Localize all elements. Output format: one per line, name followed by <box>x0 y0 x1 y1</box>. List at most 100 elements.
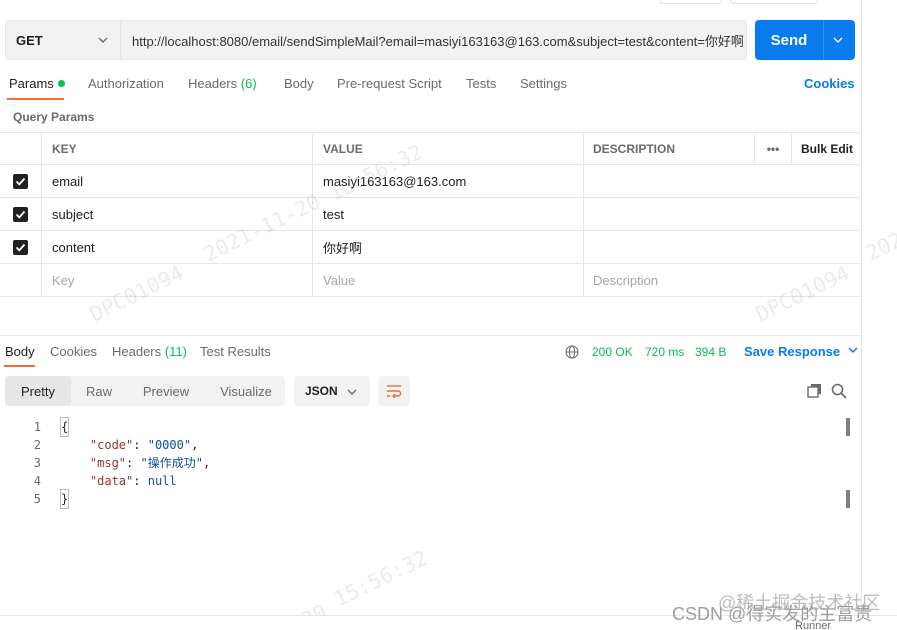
send-label: Send <box>770 31 808 49</box>
top-toolbar-control[interactable] <box>660 0 722 4</box>
tab-label: Params <box>9 76 54 91</box>
row-check-cell <box>0 231 41 263</box>
param-key-cell[interactable]: subject <box>41 198 312 230</box>
response-tab-headers[interactable]: Headers (11) <box>112 344 187 359</box>
save-response-label: Save Response <box>744 344 841 359</box>
json-key: "code" <box>89 438 134 452</box>
chevron-down-icon <box>347 389 357 395</box>
param-key-cell[interactable]: email <box>41 165 312 197</box>
runner-button[interactable]: Runner <box>795 620 831 630</box>
response-time[interactable]: 720 ms <box>645 345 684 359</box>
response-divider[interactable] <box>0 335 862 336</box>
globe-icon[interactable] <box>565 345 579 359</box>
copy-icon[interactable] <box>807 383 822 398</box>
table-row: email masiyi163163@163.com <box>0 165 862 198</box>
json-sep: : <box>133 438 148 452</box>
check-icon <box>15 243 26 252</box>
method-select[interactable]: GET <box>5 20 121 60</box>
url-input[interactable]: http://localhost:8080/email/sendSimpleMa… <box>121 20 747 60</box>
chevron-down-icon <box>98 37 108 43</box>
tab-params[interactable]: Params <box>9 76 65 91</box>
top-toolbar-control[interactable] <box>730 0 818 4</box>
param-value-cell[interactable]: 你好啊 <box>312 231 583 263</box>
table-header-row: KEY VALUE DESCRIPTION ••• Bulk Edit <box>0 132 862 165</box>
param-description-cell[interactable] <box>583 165 754 197</box>
tab-body[interactable]: Body <box>284 76 314 91</box>
json-comma: , <box>202 456 211 470</box>
tab-settings[interactable]: Settings <box>520 76 567 91</box>
param-value-cell[interactable]: test <box>312 198 583 230</box>
csdn-watermark: CSDN @得实发的主富贵 <box>672 604 873 624</box>
row-checkbox[interactable] <box>13 173 28 189</box>
tab-label: Settings <box>520 76 567 91</box>
line-number: 1 <box>33 420 41 434</box>
watermark-time: 15:56:32 <box>330 545 432 612</box>
chevron-down-icon[interactable] <box>833 35 843 45</box>
json-key: "msg" <box>89 456 127 470</box>
response-tab-cookies[interactable]: Cookies <box>50 344 97 359</box>
view-preview[interactable]: Preview <box>127 376 205 406</box>
code-text: { <box>59 417 70 437</box>
row-check-cell <box>0 198 41 230</box>
bulk-edit-button[interactable]: Bulk Edit <box>791 133 862 165</box>
row-checkbox[interactable] <box>13 239 28 255</box>
response-tab-body[interactable]: Body <box>5 344 35 359</box>
format-select[interactable]: JSON <box>294 376 370 406</box>
row-checkbox[interactable] <box>13 206 28 222</box>
wrap-lines-icon <box>387 385 402 398</box>
tab-tests[interactable]: Tests <box>466 76 496 91</box>
param-key-cell[interactable]: content <box>41 231 312 263</box>
param-value-cell[interactable]: masiyi163163@163.com <box>312 165 583 197</box>
tab-authorization[interactable]: Authorization <box>88 76 164 91</box>
table-row: content 你好啊 <box>0 231 862 264</box>
scrollbar-marker[interactable] <box>846 490 850 508</box>
view-pretty[interactable]: Pretty <box>5 376 71 406</box>
code-text: "code": "0000", <box>61 436 198 454</box>
search-icon[interactable] <box>831 383 847 399</box>
view-visualize[interactable]: Visualize <box>207 376 285 406</box>
value-input[interactable]: Value <box>312 264 583 296</box>
response-size[interactable]: 394 B <box>695 345 726 359</box>
table-row: subject test <box>0 198 862 231</box>
header-check-cell <box>0 133 41 165</box>
description-input[interactable]: Description <box>583 264 754 296</box>
query-params-title: Query Params <box>13 110 95 124</box>
params-indicator-dot <box>57 80 65 87</box>
cookies-link[interactable]: Cookies <box>804 76 855 91</box>
json-sep: : <box>133 474 148 488</box>
chevron-down-icon <box>848 347 858 353</box>
json-value: "0000" <box>147 438 192 452</box>
tab-headers[interactable]: Headers (6) <box>188 76 257 91</box>
tab-pre-request-script[interactable]: Pre-request Script <box>337 76 442 91</box>
json-sep: : <box>126 456 141 470</box>
status-code[interactable]: 200 OK <box>592 345 633 359</box>
save-response-button[interactable]: Save Response <box>744 344 858 359</box>
response-body-editor[interactable]: 1 { 2 "code": "0000", 3 "msg": "操作成功", 4… <box>0 417 845 509</box>
send-button[interactable]: Send <box>755 20 855 60</box>
json-key: "data" <box>89 474 134 488</box>
check-icon <box>15 177 26 186</box>
more-options-icon[interactable]: ••• <box>754 133 791 165</box>
format-label: JSON <box>305 384 338 398</box>
row-check-cell <box>0 264 41 296</box>
json-value: "操作成功" <box>140 456 203 470</box>
param-description-cell[interactable] <box>583 231 754 263</box>
response-headers-count: (11) <box>164 344 187 359</box>
code-text: } <box>59 489 70 509</box>
code-line: 3 "msg": "操作成功", <box>0 454 845 472</box>
panel-right-border <box>861 0 862 630</box>
view-raw[interactable]: Raw <box>73 376 125 406</box>
param-description-cell[interactable] <box>583 198 754 230</box>
code-line: 1 { <box>0 417 845 437</box>
key-input[interactable]: Key <box>41 264 312 296</box>
json-value: null <box>147 474 177 488</box>
response-tab-test-results[interactable]: Test Results <box>200 344 271 359</box>
active-tab-underline <box>7 98 64 100</box>
table-row-empty: Key Value Description <box>0 264 862 297</box>
url-text: http://localhost:8080/email/sendSimpleMa… <box>132 33 744 49</box>
tab-label: Authorization <box>88 76 164 91</box>
scrollbar-marker[interactable] <box>846 418 850 436</box>
check-icon <box>15 210 26 219</box>
wrap-lines-button[interactable] <box>378 376 410 406</box>
query-params-table: KEY VALUE DESCRIPTION ••• Bulk Edit emai… <box>0 132 862 297</box>
